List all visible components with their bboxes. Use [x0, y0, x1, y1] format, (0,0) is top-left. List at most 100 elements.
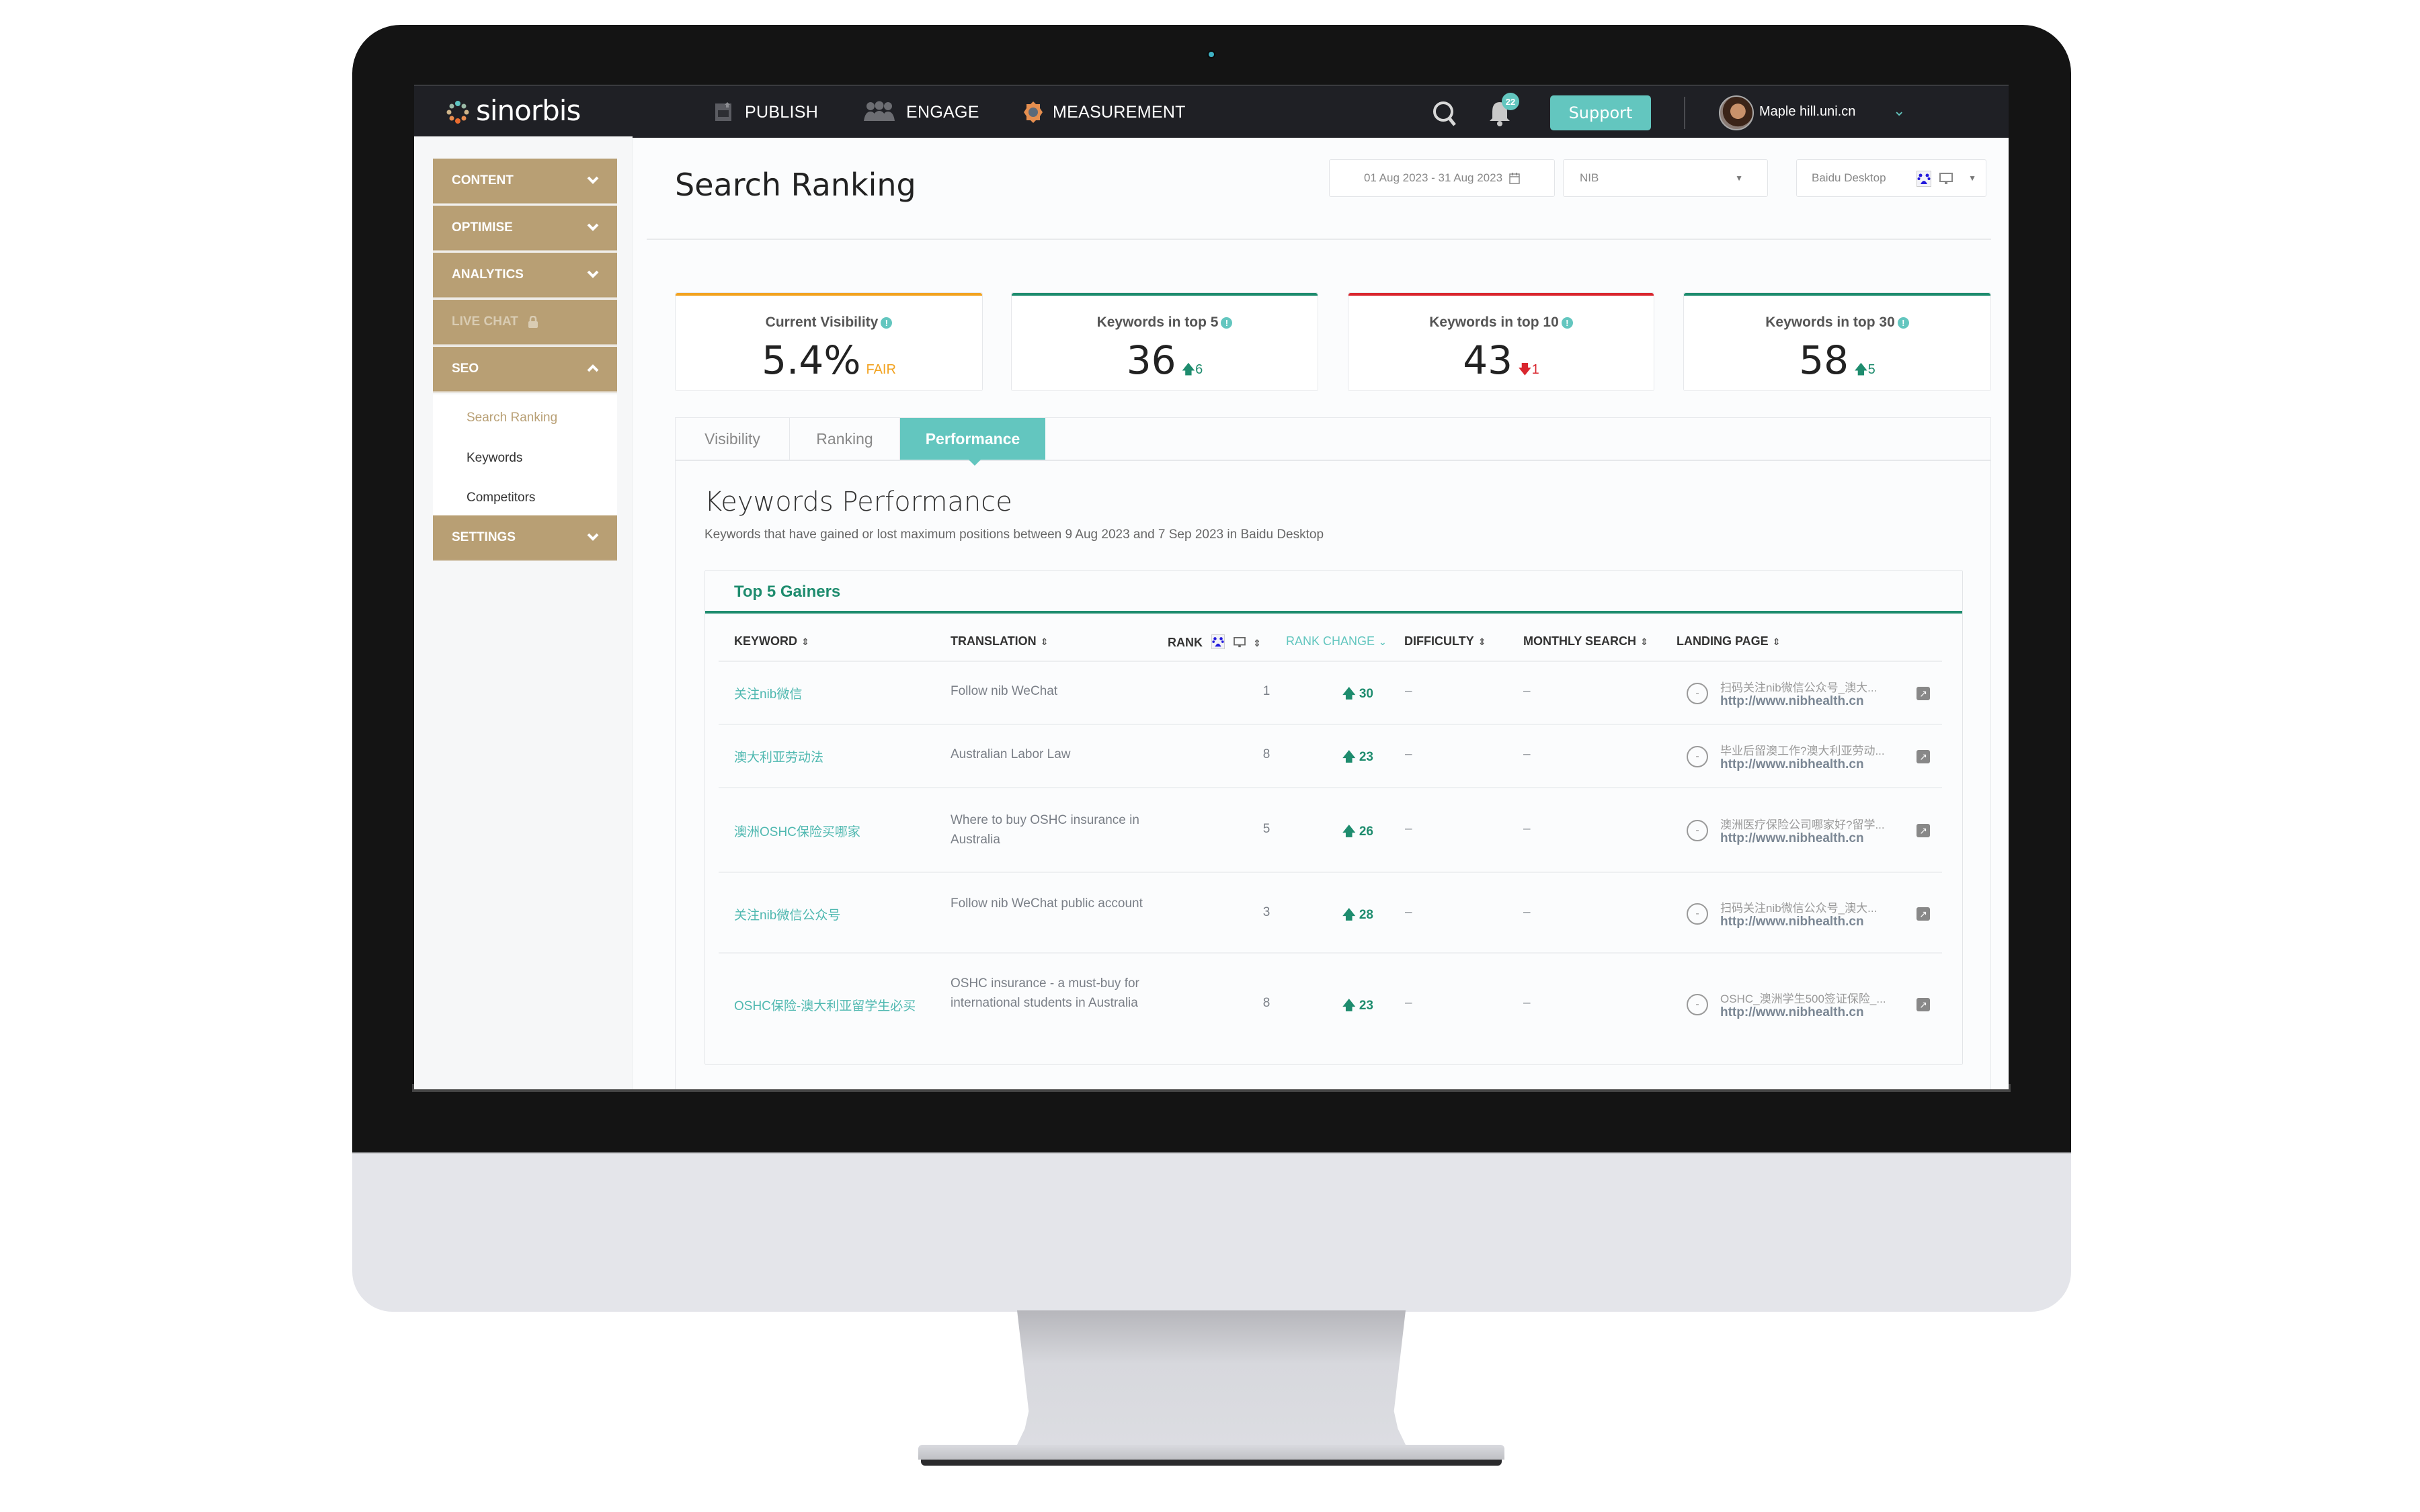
logo-icon	[446, 101, 469, 124]
calendar-icon	[1509, 173, 1520, 184]
keyword-link[interactable]: 关注nib微信公众号	[734, 905, 840, 923]
info-icon[interactable]: !	[1897, 317, 1909, 329]
rank-change: 28	[1359, 908, 1373, 922]
sidebar-item-seo[interactable]: SEO	[433, 347, 617, 392]
card-label: Keywords in top 5	[1096, 314, 1219, 330]
sort-icon: ⇕	[1478, 636, 1486, 647]
column-header-translation[interactable]: TRANSLATION ⇕	[951, 634, 1048, 648]
column-header-monthly-search[interactable]: MONTHLY SEARCH ⇕	[1523, 634, 1648, 648]
translation: Where to buy OSHC insurance in Australia	[951, 813, 1139, 847]
arrow-down-icon: 🡇	[1518, 362, 1532, 377]
card-value: 5.4%	[762, 337, 861, 383]
keyword-link[interactable]: 澳洲OSHC保险买哪家	[734, 822, 860, 840]
column-header-rank-change[interactable]: RANK CHANGE ⌄	[1286, 634, 1387, 648]
project-value: NIB	[1580, 171, 1599, 184]
date-range-picker[interactable]: 01 Aug 2023 - 31 Aug 2023	[1329, 159, 1555, 197]
landing-page-title: 扫码关注nib微信公众号_澳大...	[1720, 902, 1878, 915]
monitor-chin	[352, 1152, 2071, 1312]
keyword-link[interactable]: 澳大利亚劳动法	[734, 747, 823, 765]
sidebar-subitem-keywords[interactable]: Keywords	[467, 451, 522, 466]
people-icon	[864, 101, 895, 121]
chevron-down-icon	[587, 533, 599, 541]
support-button[interactable]: Support	[1550, 95, 1651, 130]
landing-page-status-icon: -	[1687, 683, 1708, 704]
screen: sinorbis PUBLISH ENGAGE MEASUREMENT 22 S…	[414, 85, 2009, 1089]
landing-page-url[interactable]: http://www.nibhealth.cn	[1720, 757, 1864, 772]
notification-badge: 22	[1502, 93, 1519, 110]
keyword-link[interactable]: 关注nib微信	[734, 684, 802, 702]
chevron-down-icon	[587, 223, 599, 231]
arrow-up-icon: 🡅	[1342, 750, 1356, 764]
arrow-up-icon: 🡅	[1181, 362, 1196, 377]
arrow-up-icon: 🡅	[1854, 362, 1868, 377]
column-header-keyword[interactable]: KEYWORD ⇕	[734, 634, 809, 648]
landing-page-status-icon: -	[1687, 820, 1708, 841]
info-icon[interactable]: !	[881, 317, 893, 329]
ranking-panel: Visibility Ranking Performance Keywords …	[675, 417, 1991, 1089]
sidebar-item-label: SETTINGS	[452, 530, 516, 544]
landing-page-title: 毕业后留澳工作?澳大利亚劳动...	[1720, 745, 1885, 757]
landing-page-url[interactable]: http://www.nibhealth.cn	[1720, 694, 1864, 709]
card-value: 43	[1463, 337, 1513, 383]
rank-change: 23	[1359, 750, 1373, 764]
sidebar-subitem-search-ranking[interactable]: Search Ranking	[467, 411, 557, 425]
column-header-difficulty[interactable]: DIFFICULTY ⇕	[1404, 634, 1486, 648]
column-label: RANK	[1168, 636, 1203, 649]
nav-publish-label: PUBLISH	[745, 103, 819, 122]
visibility-rating: FAIR	[866, 362, 896, 377]
landing-page-url[interactable]: http://www.nibhealth.cn	[1720, 1005, 1864, 1020]
sidebar-item-live-chat[interactable]: LIVE CHAT	[433, 300, 617, 345]
sort-icon: ⇕	[1772, 636, 1781, 647]
keyword-link[interactable]: OSHC保险-澳大利亚留学生必买	[734, 996, 916, 1014]
landing-page-url[interactable]: http://www.nibhealth.cn	[1720, 831, 1864, 846]
sidebar-item-content[interactable]: CONTENT	[433, 159, 617, 204]
project-select[interactable]: NIB ▼	[1563, 159, 1768, 197]
search-icon[interactable]	[1431, 99, 1458, 128]
difficulty: –	[1405, 905, 1412, 919]
external-link-icon[interactable]: ↗	[1917, 907, 1930, 921]
sort-icon: ⇕	[801, 636, 809, 647]
sidebar-item-label: OPTIMISE	[452, 220, 513, 235]
brand-logo[interactable]: sinorbis	[476, 94, 581, 127]
lock-icon	[528, 316, 538, 328]
rank: 1	[1262, 684, 1270, 698]
publish-icon	[715, 102, 731, 121]
search-engine-select[interactable]: Baidu Desktop ▼	[1796, 159, 1986, 197]
desktop-icon	[1234, 637, 1246, 648]
table-title: Top 5 Gainers	[734, 583, 841, 601]
desktop-icon	[1939, 173, 1953, 184]
sidebar-subitem-competitors[interactable]: Competitors	[467, 491, 535, 505]
column-header-landing-page[interactable]: LANDING PAGE ⇕	[1677, 634, 1780, 648]
tab-ranking[interactable]: Ranking	[790, 418, 900, 460]
external-link-icon[interactable]: ↗	[1917, 824, 1930, 837]
tab-performance[interactable]: Performance	[900, 418, 1045, 460]
external-link-icon[interactable]: ↗	[1917, 998, 1930, 1011]
card-label: Keywords in top 30	[1765, 314, 1895, 330]
table-row: 关注nib微信 Follow nib WeChat 1 🡅 30 – – - 扫…	[719, 662, 1942, 725]
external-link-icon[interactable]: ↗	[1917, 687, 1930, 700]
rank-change: 23	[1359, 999, 1373, 1013]
landing-page-status-icon: -	[1687, 903, 1708, 925]
sidebar-item-optimise[interactable]: OPTIMISE	[433, 206, 617, 251]
table-row: 澳洲OSHC保险买哪家 Where to buy OSHC insurance …	[719, 788, 1942, 873]
column-header-rank[interactable]: RANK ⇕	[1168, 634, 1261, 650]
sidebar-item-label: SEO	[452, 362, 479, 376]
difficulty: –	[1405, 747, 1412, 761]
external-link-icon[interactable]: ↗	[1917, 750, 1930, 763]
tab-visibility[interactable]: Visibility	[676, 418, 790, 460]
sidebar-item-analytics[interactable]: ANALYTICS	[433, 253, 617, 298]
rank: 8	[1262, 747, 1270, 761]
header-divider	[647, 239, 1991, 240]
top-navbar: sinorbis PUBLISH ENGAGE MEASUREMENT 22 S…	[414, 85, 2009, 138]
sort-icon: ⇕	[1640, 636, 1648, 647]
sort-icon: ⇕	[1040, 636, 1049, 647]
sidebar-item-settings[interactable]: SETTINGS	[433, 515, 617, 561]
chevron-down-icon	[587, 176, 599, 184]
info-icon[interactable]: !	[1221, 317, 1233, 329]
landing-page-url[interactable]: http://www.nibhealth.cn	[1720, 915, 1864, 929]
column-label: TRANSLATION	[951, 634, 1037, 648]
monthly-search: –	[1523, 905, 1531, 919]
user-name: Maple hill.uni.cn	[1759, 104, 1856, 119]
chevron-down-icon: ⌄	[1893, 102, 1906, 119]
info-icon[interactable]: !	[1561, 317, 1573, 329]
